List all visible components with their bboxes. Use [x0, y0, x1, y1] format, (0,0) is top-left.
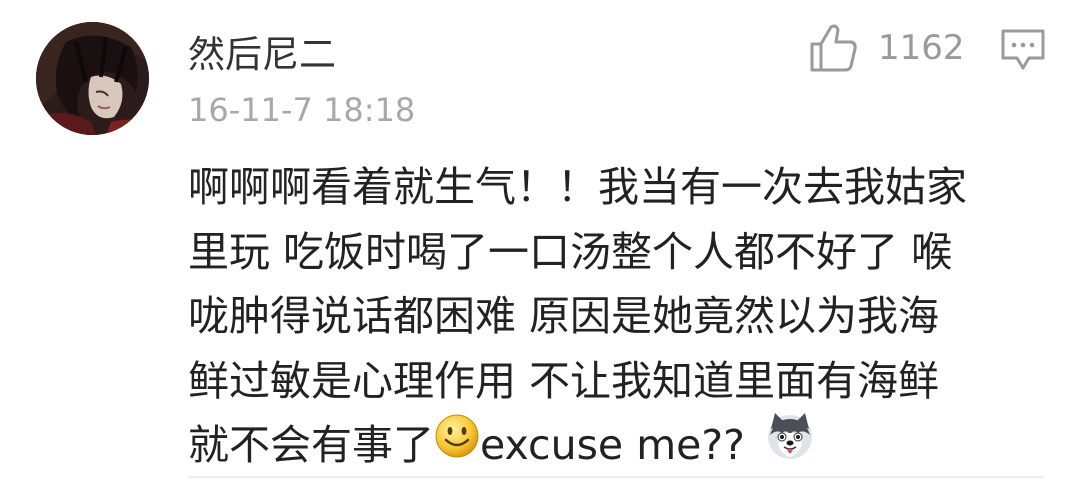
comment-text-before-emoji: 就不会有事了 — [188, 421, 434, 469]
comment-line: 里玩 吃饭时喝了一口汤整个人都不好了 喉 — [188, 227, 953, 276]
comment-text: 啊啊啊看着就生气！！我当有一次去我姑家 里玩 吃饭时喝了一口汤整个人都不好了 喉… — [188, 155, 1048, 482]
comment-text-after-emoji: excuse me?? — [480, 421, 745, 469]
comment-line: 鲜过敏是心理作用 不让我知道里面有海鲜 — [188, 356, 940, 405]
reply-button[interactable] — [999, 28, 1047, 72]
comment-divider — [188, 476, 1044, 478]
like-button[interactable] — [808, 22, 860, 74]
thumbs-up-icon — [810, 24, 857, 72]
user-avatar[interactable] — [36, 22, 149, 135]
comment-item: 然后尼二 16-11-7 18:18 1162 啊啊啊看着就生气！！我当有一次去… — [0, 0, 1080, 482]
husky-emoji-icon — [765, 411, 815, 480]
comment-line: 啊啊啊看着就生气！！我当有一次去我姑家 — [188, 163, 967, 211]
avatar-image — [36, 22, 149, 135]
like-count: 1162 — [878, 28, 965, 68]
comment-line: 咙肿得说话都困难 原因是她竟然以为我海 — [188, 292, 940, 340]
smile-emoji-icon — [434, 413, 480, 478]
username[interactable]: 然后尼二 — [188, 33, 336, 77]
comment-bubble-icon — [1001, 29, 1045, 70]
comment-line-last: 就不会有事了 excuse me?? — [188, 411, 1048, 482]
comment-timestamp: 16-11-7 18:18 — [188, 91, 416, 129]
